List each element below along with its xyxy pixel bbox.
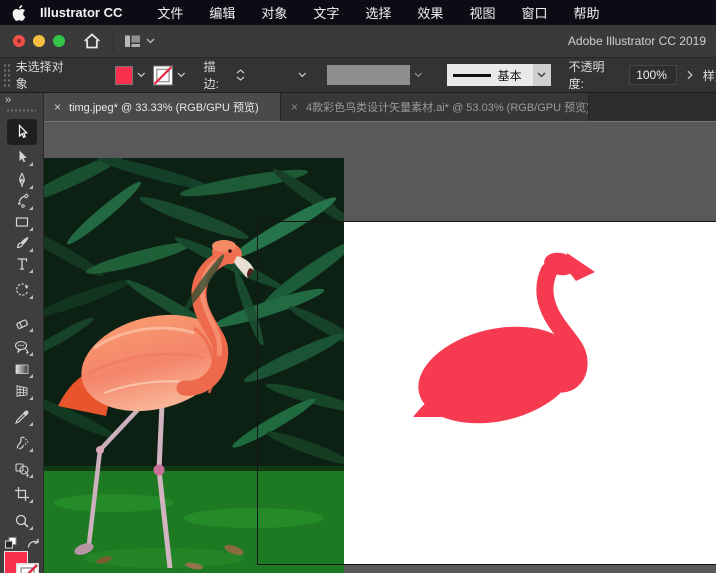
gradient-tool[interactable] <box>9 358 35 380</box>
rotate-icon <box>14 282 30 298</box>
chevron-down-icon <box>146 38 155 44</box>
symbol-sprayer-tool[interactable] <box>9 432 35 454</box>
symbol-sprayer-icon <box>14 435 30 451</box>
close-window-button[interactable] <box>13 35 25 47</box>
width-profile-dropdown[interactable] <box>327 65 410 85</box>
document-area: × timg.jpeg* @ 33.33% (RGB/GPU 预览) × 4款彩… <box>44 93 716 573</box>
eraser-icon <box>14 315 30 331</box>
default-fill-stroke-icon[interactable] <box>4 536 18 550</box>
stroke-dropdown-chevron-icon[interactable] <box>177 72 186 78</box>
arrange-documents-dropdown[interactable] <box>124 34 155 49</box>
pen-tool[interactable] <box>9 169 35 191</box>
window-title: Adobe Illustrator CC 2019 <box>568 34 706 48</box>
zoom-window-button[interactable] <box>53 35 65 47</box>
control-panel-grip[interactable] <box>3 63 10 87</box>
stroke-weight-chevron-icon[interactable] <box>298 72 307 78</box>
rectangle-icon <box>14 214 30 230</box>
eraser-tool[interactable] <box>9 312 35 334</box>
direct-selection-icon <box>14 149 30 165</box>
control-panel: 未选择对象 描边: 基本 <box>0 58 716 93</box>
perspective-grid-tool[interactable] <box>9 380 35 402</box>
menu-item-7[interactable]: 窗口 <box>521 3 547 22</box>
selection-tool[interactable] <box>7 119 37 145</box>
tools-panel-grip[interactable] <box>6 108 36 113</box>
gradient-icon <box>14 361 30 377</box>
swap-fill-stroke-icon[interactable] <box>26 537 41 550</box>
tab-timg-jpeg[interactable]: × timg.jpeg* @ 33.33% (RGB/GPU 预览) <box>44 93 281 121</box>
brush-chevron-icon[interactable] <box>533 64 551 86</box>
menu-item-5[interactable]: 效果 <box>417 3 443 22</box>
perspective-grid-icon <box>14 383 30 399</box>
pen-icon <box>14 172 30 188</box>
canvas-pasteboard <box>44 121 716 573</box>
eyedropper-tool[interactable] <box>9 406 35 428</box>
menu-item-2[interactable]: 对象 <box>261 3 287 22</box>
type-icon <box>14 256 30 272</box>
titlebar-divider <box>113 30 114 52</box>
macos-menu-bar: Illustrator CC 文件 编辑 对象 文字 选择 效果 视图 窗口 帮助 <box>0 0 716 25</box>
direct-selection-tool[interactable] <box>9 146 35 168</box>
zoom-tool[interactable] <box>9 510 35 532</box>
work-area: » <box>0 93 716 573</box>
rotate-tool[interactable] <box>9 279 35 301</box>
brush-stroke-preview <box>453 74 491 77</box>
selection-status: 未选择对象 <box>16 58 73 92</box>
opacity-panel-arrow-icon[interactable] <box>687 70 693 80</box>
styles-label: 样式: <box>703 67 716 84</box>
menu-item-4[interactable]: 选择 <box>365 3 391 22</box>
tab-label: 4款彩色鸟类设计矢量素材.ai* @ 53.03% (RGB/GPU 预览) <box>306 99 589 115</box>
tools-panel: » <box>0 93 44 573</box>
width-profile-chevron-icon[interactable] <box>414 72 423 78</box>
tab-label: timg.jpeg* @ 33.33% (RGB/GPU 预览) <box>69 99 259 115</box>
menu-item-3[interactable]: 文字 <box>313 3 339 22</box>
home-icon[interactable] <box>83 32 101 50</box>
paintbrush-icon <box>14 235 30 251</box>
rectangle-tool[interactable] <box>9 211 35 233</box>
selection-icon <box>14 124 30 140</box>
eyedropper-icon <box>14 409 30 425</box>
apple-menu-icon[interactable] <box>12 5 26 21</box>
artboard-tool[interactable] <box>9 483 35 505</box>
menu-items: 文件 编辑 对象 文字 选择 效果 视图 窗口 帮助 <box>144 3 612 22</box>
illustrator-window: Illustrator CC 文件 编辑 对象 文字 选择 效果 视图 窗口 帮助 Adobe … <box>0 0 716 573</box>
zoom-icon <box>14 513 30 529</box>
fill-color-swatch[interactable] <box>115 66 133 85</box>
menu-item-0[interactable]: 文件 <box>157 3 183 22</box>
minimize-window-button[interactable] <box>33 35 45 47</box>
menu-item-6[interactable]: 视图 <box>469 3 495 22</box>
artboard-top-edge <box>257 221 716 222</box>
shaper-icon <box>14 339 30 355</box>
curvature-icon <box>14 193 30 209</box>
opacity-field[interactable]: 100% <box>629 65 677 85</box>
stroke-color-swatch[interactable] <box>153 65 173 86</box>
shape-builder-tool[interactable] <box>9 458 35 480</box>
stroke-weight-label: 描边: <box>204 58 230 92</box>
artboard-icon <box>14 486 30 502</box>
app-name[interactable]: Illustrator CC <box>40 5 122 20</box>
type-tool[interactable] <box>9 253 35 275</box>
tab-bird-vector-ai[interactable]: × 4款彩色鸟类设计矢量素材.ai* @ 53.03% (RGB/GPU 预览) <box>281 93 589 121</box>
artboard-left-edge <box>257 221 258 564</box>
menu-item-8[interactable]: 帮助 <box>573 3 599 22</box>
flamingo-silhouette-vector[interactable] <box>409 247 604 432</box>
stroke-weight-stepper[interactable] <box>236 69 245 81</box>
menu-item-1[interactable]: 编辑 <box>209 3 235 22</box>
brush-definition-dropdown[interactable]: 基本 <box>447 64 551 86</box>
shaper-tool[interactable] <box>9 336 35 358</box>
opacity-label: 不透明度: <box>569 58 618 92</box>
collapse-tools-icon[interactable]: » <box>5 94 10 106</box>
window-title-bar: Adobe Illustrator CC 2019 <box>0 25 716 58</box>
paintbrush-tool[interactable] <box>9 232 35 254</box>
layout-icon <box>124 34 141 49</box>
stroke-color-indicator[interactable] <box>16 563 39 573</box>
stroke-weight-field[interactable] <box>249 65 295 85</box>
close-tab-icon[interactable]: × <box>54 100 61 114</box>
brush-name: 基本 <box>498 67 522 84</box>
document-tab-bar: × timg.jpeg* @ 33.33% (RGB/GPU 预览) × 4款彩… <box>44 93 716 121</box>
fill-dropdown-chevron-icon[interactable] <box>137 72 146 78</box>
close-tab-icon[interactable]: × <box>291 100 298 114</box>
curvature-tool[interactable] <box>9 190 35 212</box>
shape-builder-icon <box>14 461 30 477</box>
artboard-bottom-edge <box>257 564 716 565</box>
